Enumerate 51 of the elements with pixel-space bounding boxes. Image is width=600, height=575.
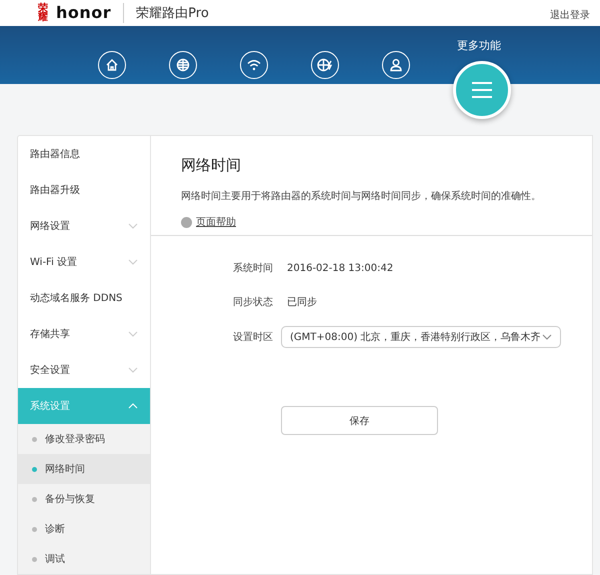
field-value: 已同步	[287, 296, 317, 309]
product-name: 荣耀路由Pro	[136, 4, 209, 22]
chevron-up-icon	[128, 403, 138, 409]
more-label: 更多功能	[457, 38, 501, 53]
home-icon	[105, 58, 119, 72]
sidebar-item[interactable]: 网络设置	[18, 208, 150, 244]
sidebar-item[interactable]: 存储共享	[18, 316, 150, 352]
menu-icon	[471, 82, 493, 98]
chevron-down-icon	[128, 259, 138, 265]
sidebar-subitem[interactable]: 诊断	[18, 514, 150, 544]
help-link[interactable]: 页面帮助	[181, 215, 236, 229]
globe-icon	[176, 58, 190, 72]
sidebar-subitem[interactable]: 修改登录密码	[18, 424, 150, 454]
globe-bolt-icon	[317, 58, 333, 72]
menu-button[interactable]	[453, 60, 511, 119]
logo-text: honor	[56, 3, 112, 22]
description: 网络时间主要用于将路由器的系统时间与网络时间同步，确保系统时间的准确性。	[181, 190, 542, 203]
chevron-down-icon	[128, 367, 138, 373]
nav-button[interactable]	[311, 51, 339, 79]
field-value: 2016-02-18 13:00:42	[287, 262, 394, 274]
timezone-select[interactable]: (GMT+08:00) 北京，重庆，香港特别行政区，乌鲁木齐	[281, 326, 561, 348]
wifi-icon	[247, 59, 261, 71]
logout-link[interactable]: 退出登录	[550, 8, 590, 22]
field-label: 同步状态	[233, 296, 273, 309]
bullet-icon	[32, 436, 37, 442]
sidebar-item[interactable]: Wi-Fi 设置	[18, 244, 150, 280]
nav-button[interactable]	[98, 51, 126, 79]
user-icon	[389, 58, 403, 72]
chevron-down-icon	[128, 223, 138, 229]
sidebar-item[interactable]: 安全设置	[18, 352, 150, 388]
logo-small-text: 荣耀	[38, 4, 48, 22]
bullet-icon	[32, 526, 37, 532]
chevron-down-icon	[542, 334, 552, 340]
sidebar-subitem[interactable]: 调试	[18, 544, 150, 574]
field-label: 设置时区	[233, 330, 273, 344]
page-title: 网络时间	[181, 156, 242, 175]
sidebar-subitem[interactable]: 网络时间	[18, 454, 150, 484]
field-label: 系统时间	[233, 262, 273, 275]
sidebar-item[interactable]: 动态域名服务 DDNS	[18, 280, 150, 316]
bullet-icon	[32, 556, 37, 562]
nav-button[interactable]	[382, 51, 410, 79]
save-button[interactable]: 保存	[281, 406, 438, 435]
sidebar-subitem[interactable]: 备份与恢复	[18, 484, 150, 514]
bullet-icon	[32, 466, 37, 472]
nav-button[interactable]	[169, 51, 197, 79]
bullet-icon	[32, 496, 37, 502]
nav-button[interactable]	[240, 51, 268, 79]
sidebar-item[interactable]: 路由器信息	[18, 136, 150, 172]
sidebar-item[interactable]: 路由器升级	[18, 172, 150, 208]
help-icon	[181, 216, 192, 228]
chevron-down-icon	[128, 331, 138, 337]
